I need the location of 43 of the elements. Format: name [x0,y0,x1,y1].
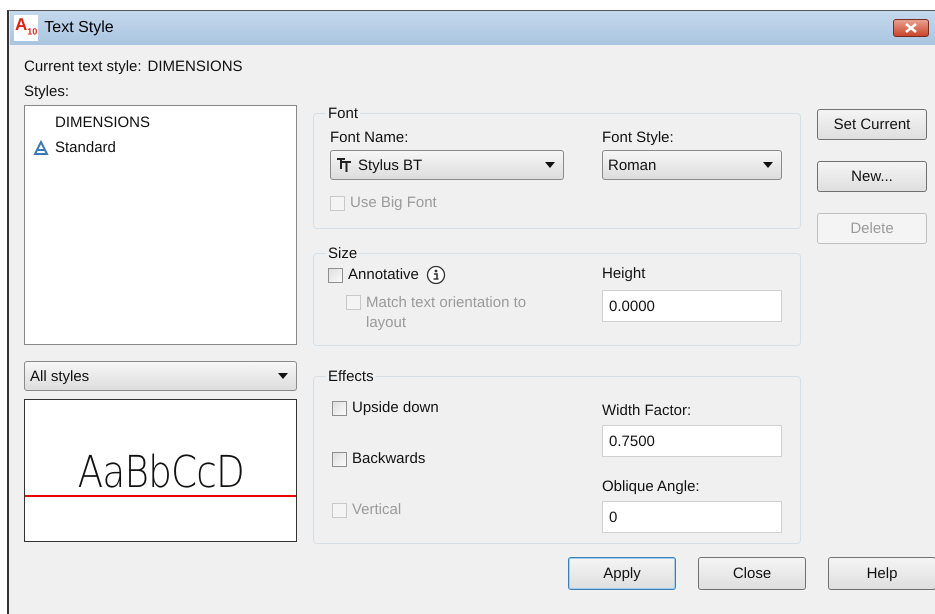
dropdown-arrow-icon [763,162,773,168]
font-style-dropdown[interactable]: Roman [602,150,782,180]
style-item[interactable]: Standard [25,135,296,160]
dialog-button[interactable]: Apply [568,557,676,590]
field-label: Font Style: [602,129,674,146]
group-title: Size [327,245,358,262]
checkbox[interactable] [332,401,347,416]
styles-filter-dropdown[interactable]: All styles [24,361,297,391]
oblique-angle-field[interactable]: 0 [602,501,782,533]
truetype-font-icon [336,158,352,172]
dialog-button[interactable]: New... [817,161,927,192]
checkbox-label: Backwards [352,450,426,467]
current-style-value: DIMENSIONS [148,58,243,74]
style-item[interactable]: DIMENSIONS [25,110,296,135]
close-button[interactable] [893,19,929,37]
dropdown-arrow-icon [278,373,288,379]
checkbox-label: Upside down [352,399,439,416]
checkbox-label: Match text orientation to layout [366,293,528,333]
dropdown-arrow-icon [545,162,555,168]
checkbox-label: Annotative [348,266,419,283]
styles-label: Styles: [24,82,70,100]
dialog-button[interactable]: Set Current [817,109,927,140]
checkbox[interactable] [332,452,347,467]
font-name-dropdown[interactable]: Stylus BT [330,150,564,180]
close-icon [905,23,917,33]
dialog-button[interactable]: Help [828,557,935,590]
current-style-label: Current text style: [24,58,142,74]
dialog-button[interactable]: Close [698,557,806,590]
checkbox-label: Vertical [352,501,402,518]
checkbox-label: Use Big Font [350,194,437,211]
field-label: Oblique Angle: [602,478,700,495]
field-label: Width Factor: [602,402,692,419]
field-label: Font Name: [330,129,408,146]
info-icon [426,265,446,285]
height-field[interactable]: 0.0000 [602,290,782,322]
group-title: Effects [327,368,375,385]
width-factor-field[interactable]: 0.7500 [602,425,782,457]
checkbox[interactable] [328,268,343,283]
group-title: Font [327,105,360,122]
field-label: Height [602,265,646,282]
preview-text: AaBbCcD [77,450,244,496]
app-logo: A$_{10}$ [14,14,38,42]
window-title: Text Style [44,19,115,37]
